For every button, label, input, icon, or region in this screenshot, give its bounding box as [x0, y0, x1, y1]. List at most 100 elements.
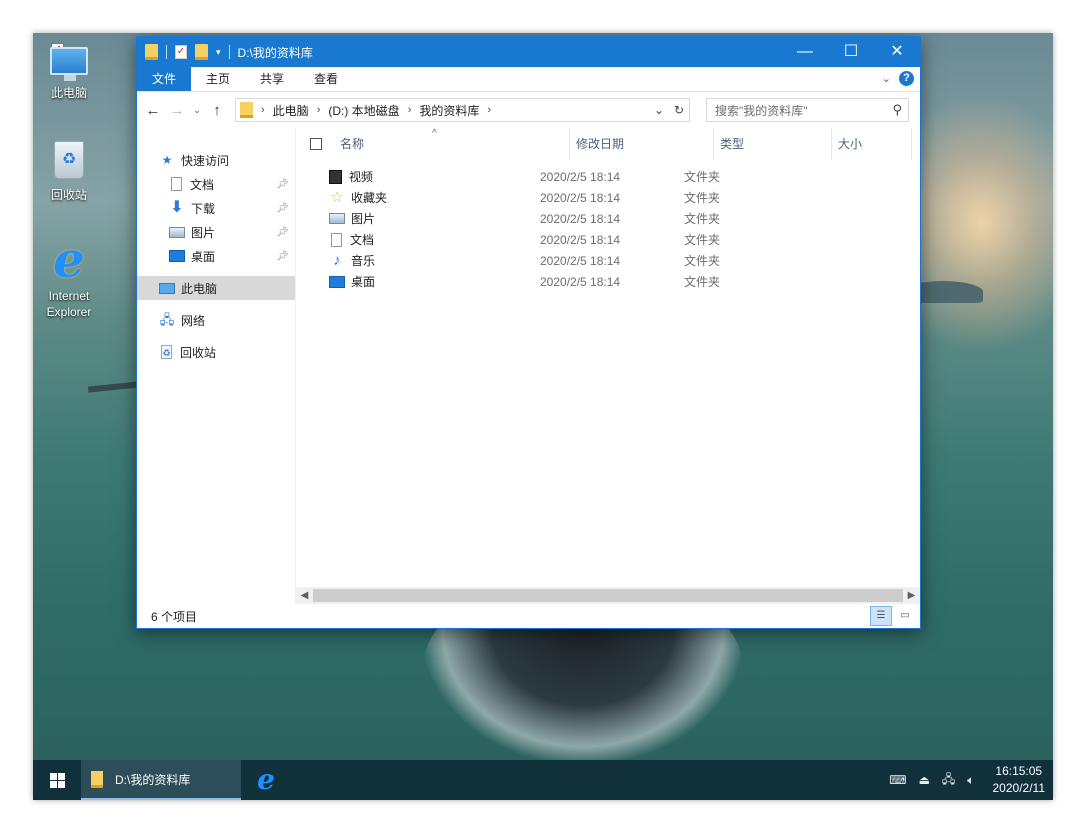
taskbar-explorer-window[interactable]: D:\我的资料库: [81, 760, 241, 800]
horizontal-scrollbar[interactable]: ◀ ▶: [296, 587, 920, 604]
keyboard-icon[interactable]: ⌨: [889, 773, 906, 787]
nav-this-pc[interactable]: 此电脑: [137, 276, 295, 300]
file-explorer-window: ✓ ▾ D:\我的资料库 — ☐ ✕ 文件 主页 共享 查看 ⌄ ? ← → ⌄…: [136, 36, 921, 629]
nav-label: 图片: [191, 225, 216, 240]
taskbar-internet-explorer-icon[interactable]: e: [241, 760, 291, 800]
column-header-type[interactable]: 类型: [714, 128, 832, 160]
nav-item-desktop[interactable]: 桌面 📌︎: [137, 244, 295, 268]
back-button[interactable]: ←: [143, 102, 163, 119]
nav-item-pictures[interactable]: 图片 📌︎: [137, 220, 295, 244]
file-name-cell: 文档: [296, 231, 534, 248]
file-row-music[interactable]: ♪ 音乐 2020/2/5 18:14 文件夹: [296, 250, 920, 271]
large-icons-view-icon[interactable]: ▭: [894, 606, 916, 626]
desktop-icon-recycle-bin[interactable]: ♻ 回收站: [39, 141, 99, 203]
details-view-icon[interactable]: ☰: [870, 606, 892, 626]
column-headers: ^ 名称 修改日期 类型 大小: [296, 128, 920, 160]
desktop-icon-label: Internet Explorer: [46, 289, 92, 319]
nav-quick-access[interactable]: ★ 快速访问: [137, 148, 295, 172]
file-list: 视频 2020/2/5 18:14 文件夹 ☆ 收藏夹 2020/2/5 18:1…: [296, 160, 920, 292]
customize-toolbar-icon[interactable]: ▾: [216, 47, 221, 58]
desktop-icon-this-pc[interactable]: ✓ 此电脑: [39, 39, 99, 101]
select-all-checkbox[interactable]: [310, 138, 322, 150]
nav-network[interactable]: 🖧︎ 网络: [137, 308, 295, 332]
recycle-bin-icon: ♻: [54, 141, 84, 179]
folder-icon: [240, 102, 253, 118]
new-folder-icon[interactable]: [195, 44, 208, 60]
file-date: 2020/2/5 18:14: [540, 169, 621, 184]
sort-ascending-icon: ^: [432, 128, 437, 139]
desktop-icon-internet-explorer[interactable]: e Internet Explorer: [39, 230, 99, 320]
network-icon: 🖧︎: [159, 312, 175, 327]
properties-icon[interactable]: ✓: [175, 45, 187, 59]
nav-recycle-bin[interactable]: ♻ 回收站: [137, 340, 295, 364]
scroll-left-icon[interactable]: ◀: [296, 590, 313, 601]
tab-view[interactable]: 查看: [299, 67, 353, 91]
internet-explorer-icon: e: [53, 230, 85, 289]
download-arrow-icon: ⬇: [170, 199, 184, 216]
folder-icon: [91, 770, 103, 788]
tab-home[interactable]: 主页: [191, 67, 245, 91]
usb-device-icon[interactable]: ⏏: [919, 773, 930, 787]
nav-item-downloads[interactable]: ⬇ 下载 📌︎: [137, 196, 295, 220]
nav-label: 此电脑: [181, 281, 218, 296]
file-type: 文件夹: [684, 170, 721, 184]
breadcrumb-separator-icon[interactable]: ›: [261, 104, 265, 116]
desktop: ✓ 此电脑 ♻ 回收站 e Internet Explorer ✓ ▾ D:\我…: [33, 33, 1053, 800]
file-row-pictures[interactable]: 图片 2020/2/5 18:14 文件夹: [296, 208, 920, 229]
documents-folder-icon: [331, 232, 342, 247]
scroll-right-icon[interactable]: ▶: [903, 590, 920, 601]
expand-ribbon-icon[interactable]: ⌄: [882, 72, 891, 85]
file-type: 文件夹: [684, 233, 721, 247]
recent-locations-icon[interactable]: ⌄: [191, 105, 203, 116]
breadcrumb-this-pc[interactable]: 此电脑: [273, 102, 309, 119]
search-box[interactable]: 搜索"我的资料库" ⚲: [706, 98, 909, 122]
refresh-icon[interactable]: ↻: [669, 99, 689, 121]
network-status-icon[interactable]: 🖧︎: [942, 770, 955, 791]
pin-icon[interactable]: 📌︎: [276, 179, 289, 190]
help-icon[interactable]: ?: [899, 71, 914, 86]
nav-item-documents[interactable]: 文档 📌︎: [137, 172, 295, 196]
breadcrumb-separator-icon[interactable]: ›: [317, 104, 321, 116]
pin-icon[interactable]: 📌︎: [276, 203, 289, 214]
computer-icon: [50, 47, 88, 81]
file-row-desktop[interactable]: 桌面 2020/2/5 18:14 文件夹: [296, 271, 920, 292]
search-icon[interactable]: ⚲: [892, 102, 902, 118]
pin-icon[interactable]: 📌︎: [276, 251, 289, 262]
ribbon-right-controls: ⌄ ?: [882, 71, 914, 86]
file-name: 图片: [351, 212, 376, 226]
navigation-pane: ★ 快速访问 文档 📌︎ ⬇ 下载 📌︎ 图片 📌︎ 桌面 📌︎ 此电脑 🖧︎ …: [137, 128, 295, 604]
breadcrumb-separator-icon[interactable]: ›: [487, 104, 491, 116]
column-header-size[interactable]: 大小: [832, 128, 912, 160]
column-header-date[interactable]: 修改日期: [570, 128, 714, 160]
volume-icon[interactable]: 🔈︎: [967, 773, 974, 788]
minimize-button[interactable]: —: [782, 37, 828, 67]
breadcrumb-separator-icon[interactable]: ›: [408, 104, 412, 116]
address-bar[interactable]: › 此电脑 › (D:) 本地磁盘 › 我的资料库 › ⌄ ↻: [235, 98, 690, 122]
tab-file[interactable]: 文件: [137, 67, 192, 91]
breadcrumb-library[interactable]: 我的资料库: [419, 102, 479, 119]
file-date: 2020/2/5 18:14: [540, 232, 621, 247]
file-row-documents[interactable]: 文档 2020/2/5 18:14 文件夹: [296, 229, 920, 250]
file-type: 文件夹: [684, 191, 721, 205]
maximize-button[interactable]: ☐: [828, 37, 874, 67]
title-bar[interactable]: ✓ ▾ D:\我的资料库 — ☐ ✕: [137, 37, 920, 67]
quick-access-toolbar: ✓ ▾: [137, 44, 230, 60]
breadcrumb-local-disk[interactable]: (D:) 本地磁盘: [328, 102, 399, 119]
address-tools: ⌄ ↻: [649, 99, 689, 121]
file-name-cell: 视频: [296, 168, 534, 185]
column-header-name[interactable]: 名称: [334, 128, 570, 160]
forward-button[interactable]: →: [167, 102, 187, 119]
clock[interactable]: 16:15:05 2020/2/11: [993, 763, 1046, 797]
file-row-videos[interactable]: 视频 2020/2/5 18:14 文件夹: [296, 166, 920, 187]
scroll-thumb[interactable]: [313, 589, 903, 602]
video-folder-icon: [329, 169, 342, 184]
pin-icon[interactable]: 📌︎: [276, 227, 289, 238]
address-history-icon[interactable]: ⌄: [649, 99, 669, 121]
close-button[interactable]: ✕: [874, 37, 920, 67]
up-button[interactable]: ↑: [207, 102, 227, 119]
tab-share[interactable]: 共享: [245, 67, 299, 91]
desktop-icon: [169, 250, 185, 262]
file-row-favorites[interactable]: ☆ 收藏夹 2020/2/5 18:14 文件夹: [296, 187, 920, 208]
start-button[interactable]: [33, 760, 81, 800]
